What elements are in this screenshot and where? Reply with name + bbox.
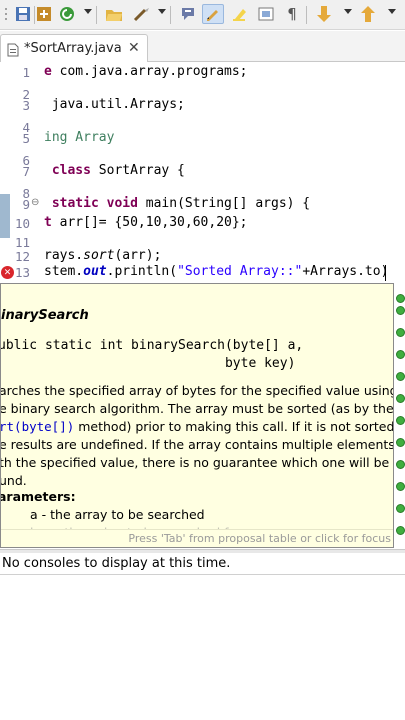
block-selection-icon[interactable] [256, 4, 276, 24]
java-file-icon [7, 42, 19, 57]
code-line: 3 java.util.Arrays; [0, 95, 405, 117]
parameter-a: a - the array to be searched [30, 507, 205, 522]
overview-marker-icon[interactable] [396, 504, 405, 513]
sort-method-link[interactable]: rt(byte[]) [1, 419, 74, 434]
javadoc-title: inarySearch [1, 308, 89, 323]
code-line: 5 ing Array [0, 128, 405, 150]
overview-marker-icon[interactable] [396, 526, 405, 535]
popup-status-bar: Press 'Tab' from proposal table or click… [1, 529, 393, 547]
signature-line: byte key) [0, 356, 296, 371]
parameters-heading: arameters: [0, 489, 76, 504]
code-text: rays.sort(arr); [44, 248, 162, 263]
line-number: 5 [22, 131, 30, 146]
edit-toggle-icon[interactable] [202, 4, 224, 24]
signature-line: ublic static int binarySearch(byte[] a, [0, 338, 304, 353]
open-folder-icon[interactable] [104, 4, 124, 24]
console-message: No consoles to display at this time. [2, 556, 231, 571]
show-whitespace-icon[interactable]: ¶ [284, 4, 300, 24]
close-icon[interactable]: ✕ [128, 40, 140, 56]
code-text: stem.out.println("Sorted Array::"+Arrays… [44, 264, 389, 279]
javadoc-signature: ublic static int binarySearch(byte[] a, … [0, 337, 304, 373]
code-text: static void main(String[] args) { [51, 196, 311, 211]
toolbar-separator [306, 6, 307, 24]
line-number: 1 [22, 65, 30, 80]
toolbar-separator [96, 6, 97, 24]
main-toolbar: ¶ [0, 0, 405, 30]
line-number: 10 [14, 216, 30, 231]
text-cursor [385, 265, 386, 281]
wand-icon[interactable] [132, 4, 152, 24]
overview-marker-icon[interactable] [396, 416, 405, 425]
editor-tab-bar: *SortArray.java ✕ [0, 31, 405, 62]
overview-marker-icon[interactable] [396, 482, 405, 491]
line-number: 3 [22, 98, 30, 113]
wand-dropdown-icon[interactable] [158, 9, 166, 14]
code-line: 7 class SortArray { [0, 161, 405, 183]
description-text: arches the specified array of bytes for … [0, 383, 394, 416]
tab-sortarray-java[interactable]: *SortArray.java ✕ [0, 34, 148, 62]
code-text: ing Array [44, 130, 115, 145]
overview-marker-icon[interactable] [396, 394, 405, 403]
next-annotation-icon[interactable] [314, 4, 334, 24]
javadoc-popup[interactable]: inarySearch ublic static int binarySearc… [0, 283, 394, 548]
overview-marker-icon[interactable] [396, 438, 405, 447]
overview-marker-icon[interactable] [396, 460, 405, 469]
debug-icon[interactable] [58, 4, 76, 24]
javadoc-description: arches the specified array of bytes for … [0, 382, 394, 490]
overview-marker-icon[interactable] [396, 372, 405, 381]
previous-annotation-icon[interactable] [358, 4, 378, 24]
toolbar-separator [170, 6, 171, 24]
comment-icon[interactable] [179, 4, 199, 24]
line-number: 9 [22, 197, 30, 212]
previous-annotation-dropdown-icon[interactable] [388, 9, 396, 14]
code-editor[interactable]: 1 e com.java.array.programs; 2 3 java.ut… [0, 62, 405, 282]
save-icon[interactable] [14, 4, 32, 24]
line-number: 13 [14, 265, 30, 280]
overview-marker-icon[interactable] [396, 294, 405, 303]
skip-breakpoints-icon[interactable] [35, 4, 53, 24]
highlight-icon[interactable] [230, 4, 250, 24]
tab-label: *SortArray.java [24, 41, 122, 56]
code-line: 1 e com.java.array.programs; [0, 62, 405, 84]
toolbar-overflow-icon[interactable] [2, 4, 10, 24]
next-annotation-dropdown-icon[interactable] [344, 9, 352, 14]
fold-collapse-icon[interactable]: ⊖ [31, 197, 39, 208]
code-text: java.util.Arrays; [44, 97, 185, 112]
code-text: t arr[]= {50,10,30,60,20}; [44, 215, 248, 230]
popup-status-text: Press 'Tab' from proposal table or click… [128, 532, 391, 545]
view-divider[interactable] [0, 549, 405, 553]
code-text: class SortArray { [51, 163, 185, 178]
code-line-error: ✕ 13 stem.out.println("Sorted Array::"+A… [0, 262, 405, 284]
overview-marker-icon[interactable] [396, 306, 405, 315]
debug-dropdown-icon[interactable] [84, 9, 92, 14]
line-number: 7 [22, 164, 30, 179]
console-view[interactable] [0, 575, 405, 720]
overview-marker-icon[interactable] [396, 350, 405, 359]
overview-marker-icon[interactable] [396, 328, 405, 337]
code-text: e com.java.array.programs; [44, 64, 248, 79]
